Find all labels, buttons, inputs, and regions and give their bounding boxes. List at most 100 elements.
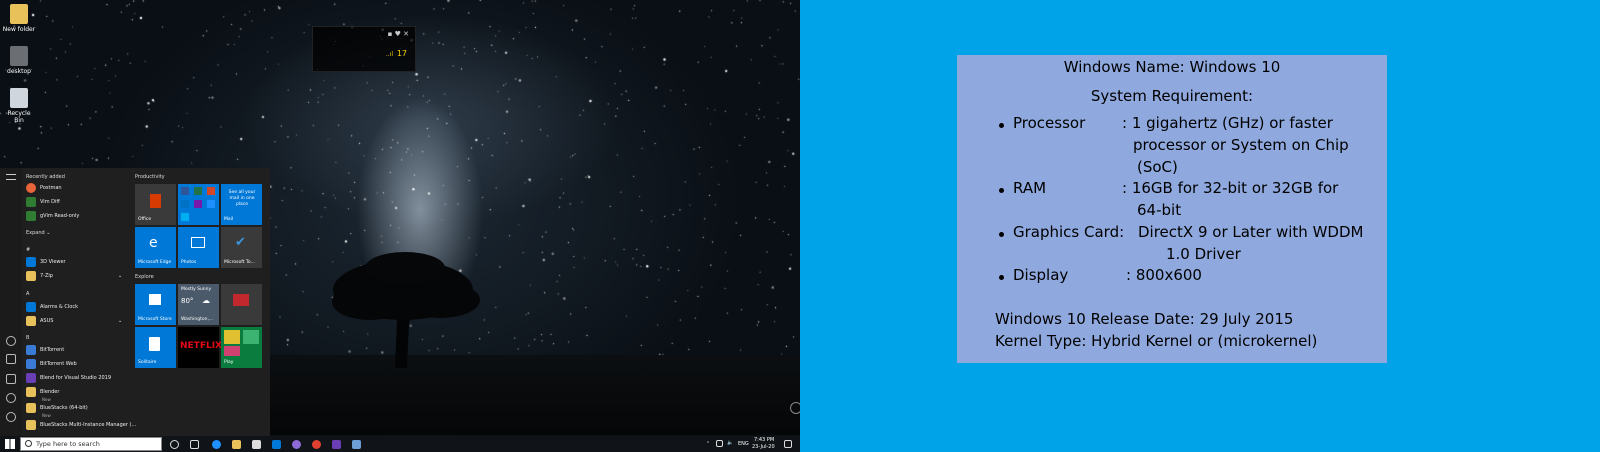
app-icon[interactable]	[292, 440, 301, 449]
ram-label: RAM	[1013, 179, 1047, 197]
tile-office[interactable]: Office	[135, 184, 176, 225]
app-vim-diff[interactable]: Vim Diff	[26, 196, 60, 208]
search-icon	[25, 440, 32, 447]
expand-link[interactable]: Expand ⌄	[26, 230, 50, 236]
section-letter-hash[interactable]: #	[26, 247, 30, 253]
chrome-icon[interactable]	[312, 440, 321, 449]
documents-icon[interactable]	[6, 354, 16, 364]
app-3d-viewer[interactable]: 3D Viewer	[26, 256, 66, 268]
tile-play[interactable]: Play	[221, 327, 262, 368]
display-value: : 800x600	[1126, 266, 1202, 284]
tile-microsoft-edge[interactable]: e Microsoft Edge	[135, 227, 176, 268]
office-icon	[150, 194, 161, 208]
store-icon[interactable]	[252, 440, 261, 449]
file-explorer-icon[interactable]	[232, 440, 241, 449]
edge-icon[interactable]	[212, 440, 221, 449]
tile-label: Microsoft To...	[224, 260, 255, 265]
info-background: Windows Name: Windows 10 System Requirem…	[800, 0, 1600, 452]
app-label: BlueStacks (64-bit)	[40, 405, 88, 411]
pictures-icon[interactable]	[6, 374, 16, 384]
widget-controls[interactable]: ▪ ♥ ✕	[388, 30, 409, 38]
outlook-icon	[181, 200, 189, 208]
news-icon	[233, 294, 249, 306]
cortana-icon[interactable]	[170, 440, 179, 449]
windows-info-box: Windows Name: Windows 10 System Requirem…	[957, 55, 1387, 363]
section-letter-a[interactable]: A	[26, 291, 29, 297]
bittorrent-icon	[26, 359, 36, 369]
desktop-icon-label: desktop	[7, 68, 31, 75]
visual-studio-icon[interactable]	[332, 440, 341, 449]
tile-photos[interactable]: Photos	[178, 227, 219, 268]
app-label: 3D Viewer	[40, 259, 66, 265]
user-icon[interactable]	[6, 336, 16, 346]
app-bluestacks[interactable]: BlueStacks (64-bit)	[26, 402, 88, 414]
recycle-bin-icon	[10, 88, 28, 108]
task-view-icon[interactable]	[190, 440, 199, 449]
3d-viewer-icon	[26, 257, 36, 267]
section-letter-b[interactable]: B	[26, 335, 29, 341]
processor-value: processor or System on Chip	[1133, 136, 1349, 154]
tile-mail[interactable]: See all your mail in one place Mail	[221, 184, 262, 225]
kernel-type: Kernel Type: Hybrid Kernel or (microkern…	[995, 332, 1318, 350]
desktop-icon-recycle-bin[interactable]: Recycle Bin	[2, 88, 36, 124]
processor-label: Processor	[1013, 114, 1086, 132]
tile-microsoft-store[interactable]: Microsoft Store	[135, 284, 176, 325]
tile-label: Microsoft Store	[138, 317, 172, 322]
app-asus[interactable]: ASUS ⌄	[26, 315, 122, 327]
taskbar: Type here to search ⌃ 🔈 ENG 7:43 PM 23-J…	[0, 436, 800, 452]
folder-icon	[26, 403, 36, 413]
app-7-zip[interactable]: 7-Zip ⌄	[26, 270, 122, 282]
desktop-icon-desktop[interactable]: desktop	[2, 46, 36, 75]
notification-icon[interactable]	[784, 440, 792, 448]
app-label: BitTorrent	[40, 347, 65, 353]
app-blend-visual-studio[interactable]: Blend for Visual Studio 2019	[26, 372, 111, 384]
taskbar-search-box[interactable]: Type here to search	[20, 437, 162, 451]
volume-icon[interactable]: 🔈	[727, 440, 733, 446]
cards-icon	[149, 337, 160, 351]
app-bittorrent-web[interactable]: BitTorrent Web	[26, 358, 77, 370]
desktop-icon-new-folder[interactable]: New folder	[2, 4, 36, 33]
bullet-icon	[999, 232, 1004, 237]
clock-time[interactable]: 7:43 PM	[754, 437, 774, 443]
chevron-down-icon[interactable]: ⌄	[118, 318, 122, 324]
excel-icon	[194, 187, 202, 195]
tile-solitaire[interactable]: Solitaire	[135, 327, 176, 368]
folder-icon	[26, 271, 36, 281]
game-icon	[243, 330, 259, 344]
folder-icon	[26, 316, 36, 326]
tile-news[interactable]	[221, 284, 262, 325]
new-badge: New	[42, 413, 51, 418]
chevron-down-icon[interactable]: ⌄	[118, 273, 122, 279]
tile-label: Play	[224, 360, 234, 365]
app-gvim-read-only[interactable]: gVim Read-only	[26, 210, 79, 222]
powerpoint-icon	[207, 187, 215, 195]
tile-office-apps-group[interactable]	[178, 184, 219, 225]
group-explore[interactable]: Explore	[135, 274, 154, 280]
power-icon[interactable]	[6, 412, 16, 422]
tile-microsoft-to-do[interactable]: ✔ Microsoft To...	[221, 227, 262, 268]
clock-date[interactable]: 23-Jul-20	[752, 444, 775, 450]
windows-start-icon[interactable]	[5, 439, 15, 449]
netflix-logo: NETFLIX	[180, 341, 222, 351]
app-label: 7-Zip	[40, 273, 53, 279]
language-indicator[interactable]: ENG	[738, 441, 749, 447]
scroll-indicator-icon[interactable]	[790, 402, 800, 414]
mail-icon[interactable]	[272, 440, 281, 449]
tile-netflix[interactable]: NETFLIX	[178, 327, 222, 368]
tile-weather[interactable]: Mostly Sunny 80° ☁ Washington,...	[178, 284, 219, 325]
app-label: Blender	[40, 389, 60, 395]
processor-value: (SoC)	[1137, 158, 1178, 176]
chevron-up-icon[interactable]: ⌃	[706, 441, 710, 447]
widget-temperature: 17	[396, 49, 407, 58]
settings-icon[interactable]	[6, 393, 16, 403]
hamburger-icon[interactable]	[6, 174, 16, 180]
app-alarms-clock[interactable]: Alarms & Clock	[26, 301, 78, 313]
app-bluestacks-multi-instance[interactable]: BlueStacks Multi-Instance Manager (...	[26, 419, 136, 431]
graphics-card-label: Graphics Card:	[1013, 223, 1125, 241]
weather-widget[interactable]: ▪ ♥ ✕ ..ıl 17	[312, 26, 416, 72]
group-productivity[interactable]: Productivity	[135, 174, 165, 180]
app-postman[interactable]: Postman	[26, 182, 62, 194]
network-icon[interactable]	[716, 440, 723, 447]
app-icon[interactable]	[352, 440, 361, 449]
app-bittorrent[interactable]: BitTorrent	[26, 344, 64, 356]
